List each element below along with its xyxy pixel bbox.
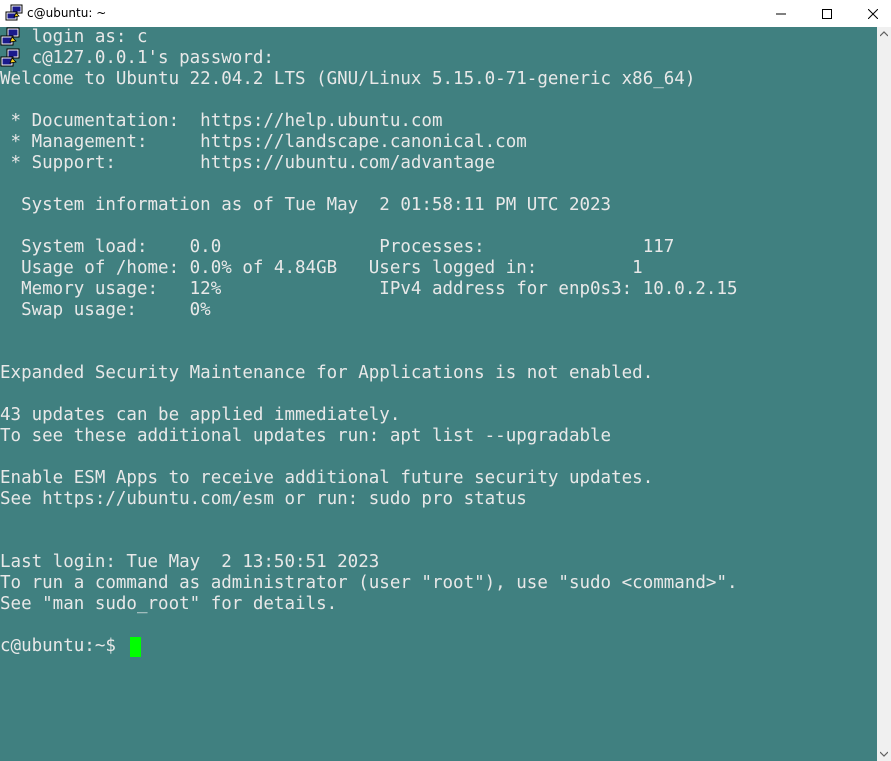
terminal-line: Memory usage: 12% IPv4 address for enp0s… xyxy=(0,279,738,299)
terminal-line: login as: c xyxy=(0,27,148,47)
terminal-line: To run a command as administrator (user … xyxy=(0,573,738,593)
putty-icon xyxy=(5,4,23,21)
terminal-prompt: c@ubuntu:~$ xyxy=(0,636,127,656)
scroll-down-button[interactable] xyxy=(877,747,891,761)
terminal-line: * Support: https://ubuntu.com/advantage xyxy=(0,153,496,173)
close-button[interactable] xyxy=(850,0,891,27)
terminal-line: Last login: Tue May 2 13:50:51 2023 xyxy=(0,552,380,572)
terminal-line: System load: 0.0 Processes: 117 xyxy=(0,237,675,257)
terminal-line: See "man sudo_root" for details. xyxy=(0,594,338,614)
terminal-line: Welcome to Ubuntu 22.04.2 LTS (GNU/Linux… xyxy=(0,69,696,89)
window-title: c@ubuntu: ~ xyxy=(27,6,107,20)
terminal-line: To see these additional updates run: apt… xyxy=(0,426,612,446)
putty-icon xyxy=(0,48,20,67)
terminal-cursor xyxy=(130,637,141,657)
terminal-area[interactable]: login as: c c@127.0.0.1's password: Welc… xyxy=(0,27,877,761)
terminal-line: 43 updates can be applied immediately. xyxy=(0,405,401,425)
terminal-line: c@127.0.0.1's password: xyxy=(0,48,274,68)
terminal-line: Swap usage: 0% xyxy=(0,300,211,320)
close-icon xyxy=(868,8,878,19)
minimize-icon xyxy=(776,13,786,14)
terminal-line: * Documentation: https://help.ubuntu.com xyxy=(0,111,443,131)
minimize-button[interactable] xyxy=(758,0,804,27)
scroll-up-button[interactable] xyxy=(877,27,891,41)
arrow-down-icon xyxy=(880,751,888,757)
terminal-line: Expanded Security Maintenance for Applic… xyxy=(0,363,654,383)
terminal-line: * Management: https://landscape.canonica… xyxy=(0,132,527,152)
vertical-scrollbar[interactable] xyxy=(877,27,891,761)
title-bar[interactable]: c@ubuntu: ~ xyxy=(0,0,891,27)
terminal-line: System information as of Tue May 2 01:58… xyxy=(0,195,612,215)
terminal-line: Enable ESM Apps to receive additional fu… xyxy=(0,468,654,488)
terminal-line: See https://ubuntu.com/esm or run: sudo … xyxy=(0,489,527,509)
putty-icon xyxy=(0,27,20,46)
maximize-button[interactable] xyxy=(804,0,850,27)
terminal-line: Usage of /home: 0.0% of 4.84GB Users log… xyxy=(0,258,643,278)
maximize-icon xyxy=(822,8,832,19)
putty-window: c@ubuntu: ~ login as: c c@127.0.0.1's pa… xyxy=(0,0,891,761)
arrow-up-icon xyxy=(880,31,888,37)
